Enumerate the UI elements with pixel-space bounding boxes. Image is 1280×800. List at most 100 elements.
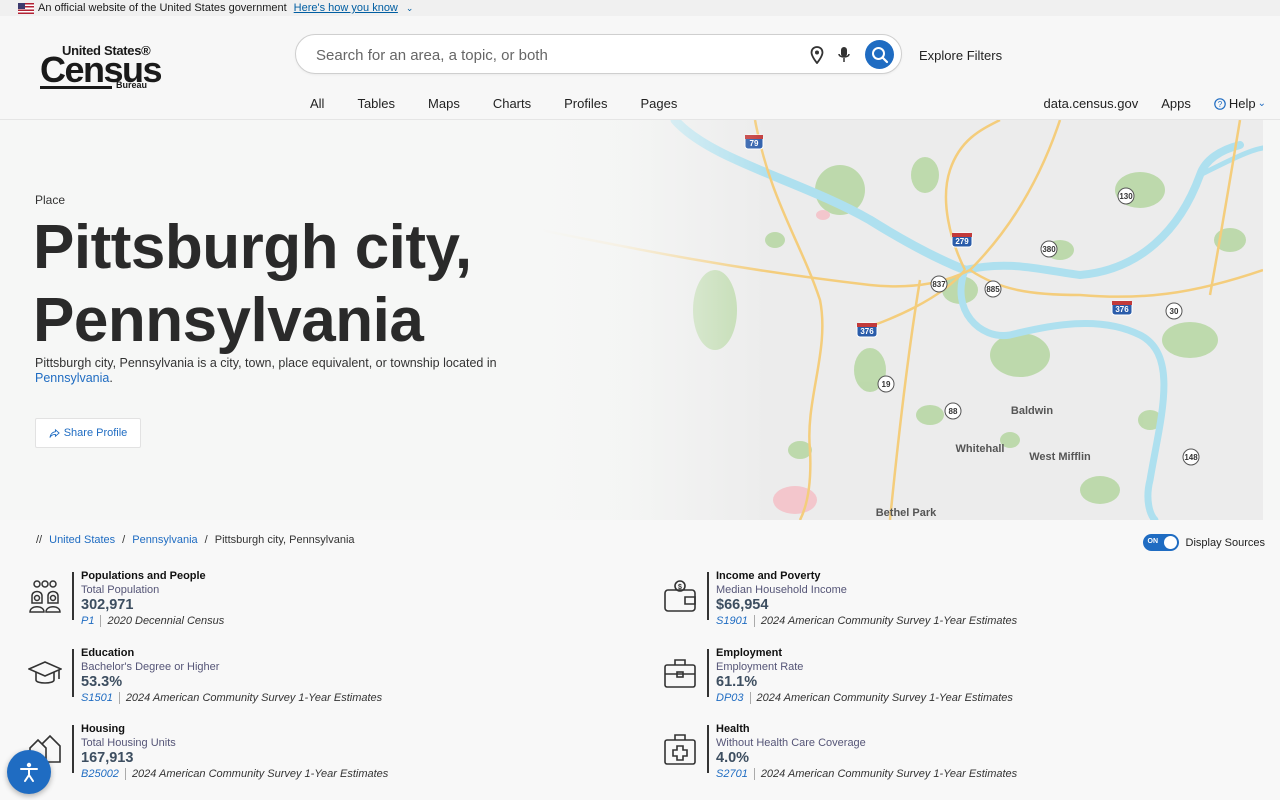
map-shield-label: 376 bbox=[860, 327, 874, 336]
tab-all[interactable]: All bbox=[310, 96, 324, 111]
source-table-link[interactable]: DP03 bbox=[716, 691, 744, 705]
stat-divider bbox=[72, 725, 74, 773]
stat-value: $66,954 bbox=[716, 597, 769, 613]
breadcrumb: // United States / Pennsylvania / Pittsb… bbox=[36, 534, 362, 546]
accessibility-button[interactable] bbox=[7, 750, 51, 794]
stat-measure: Without Health Care Coverage bbox=[716, 737, 866, 749]
stat-measure: Median Household Income bbox=[716, 584, 847, 596]
medical-kit-icon bbox=[664, 734, 696, 765]
map-label-west-mifflin: West Mifflin bbox=[1029, 451, 1091, 463]
display-sources-toggle[interactable]: ON bbox=[1142, 534, 1179, 551]
profile-hero: 79 279 376 376 130 380 837 885 19 88 148… bbox=[0, 120, 1280, 520]
search-icon bbox=[871, 46, 888, 63]
gov-banner-text: An official website of the United States… bbox=[38, 2, 287, 14]
breadcrumb-slash: / bbox=[122, 534, 126, 546]
map-shield-label: 130 bbox=[1119, 192, 1133, 201]
map-shield-label: 30 bbox=[1170, 307, 1179, 316]
stat-divider bbox=[72, 572, 74, 620]
stat-category: Housing bbox=[81, 723, 125, 735]
explore-filters-link[interactable]: Explore Filters bbox=[919, 48, 1002, 63]
pennsylvania-link[interactable]: Pennsylvania bbox=[35, 371, 109, 385]
source-dataset: 2024 American Community Survey 1-Year Es… bbox=[131, 768, 389, 780]
stat-income[interactable]: $ Income and Poverty Median Household In… bbox=[663, 569, 1223, 632]
stat-employment[interactable]: Employment Employment Rate 61.1% DP03 202… bbox=[663, 647, 1223, 709]
display-sources-control: ON Display Sources bbox=[1142, 534, 1265, 551]
map-shield-label: 88 bbox=[949, 407, 958, 416]
share-profile-button[interactable]: Share Profile bbox=[35, 418, 141, 448]
stat-category: Income and Poverty bbox=[716, 570, 821, 582]
stat-divider bbox=[72, 649, 74, 697]
tab-charts[interactable]: Charts bbox=[493, 96, 531, 111]
search-button[interactable] bbox=[865, 40, 894, 69]
map-shield-label: 376 bbox=[1115, 305, 1129, 314]
source-dataset: 2024 American Community Survey 1-Year Es… bbox=[125, 692, 383, 704]
map-label-bethel-park: Bethel Park bbox=[876, 507, 937, 519]
gov-banner: An official website of the United States… bbox=[0, 0, 1280, 16]
apps-link[interactable]: Apps bbox=[1161, 96, 1191, 111]
stat-measure: Total Population bbox=[81, 584, 160, 596]
heres-how-you-know-link[interactable]: Here's how you know bbox=[294, 2, 398, 14]
stat-body: Populations and People Total Population … bbox=[81, 569, 224, 628]
stat-housing[interactable]: Housing Total Housing Units 167,913 B250… bbox=[28, 722, 588, 785]
source-separator bbox=[100, 615, 102, 627]
svg-text:?: ? bbox=[1218, 100, 1223, 109]
source-table-link[interactable]: P1 bbox=[81, 614, 94, 628]
map-shield-label: 148 bbox=[1184, 453, 1198, 462]
source-dataset: 2024 American Community Survey 1-Year Es… bbox=[756, 692, 1013, 704]
stat-source: P1 2020 Decennial Census bbox=[81, 614, 224, 628]
tab-profiles[interactable]: Profiles bbox=[564, 96, 607, 111]
geography-type-label: Place bbox=[35, 193, 66, 207]
stat-body: Housing Total Housing Units 167,913 B250… bbox=[81, 722, 388, 781]
source-separator bbox=[124, 768, 126, 780]
map-shield-label: 837 bbox=[932, 280, 946, 289]
breadcrumb-separator: // bbox=[36, 534, 43, 546]
stat-category: Populations and People bbox=[81, 570, 206, 582]
search-type-tabs: All Tables Maps Charts Profiles Pages bbox=[310, 96, 710, 111]
source-separator bbox=[749, 692, 751, 704]
stat-category: Health bbox=[716, 723, 750, 735]
census-logo[interactable]: United States® Census Bureau bbox=[40, 43, 163, 91]
map-shield-label: 19 bbox=[882, 380, 891, 389]
tab-tables[interactable]: Tables bbox=[357, 96, 395, 111]
microphone-icon[interactable] bbox=[836, 46, 852, 64]
help-menu[interactable]: ? Help ⌄ bbox=[1214, 96, 1266, 111]
search-input[interactable] bbox=[316, 45, 786, 65]
source-table-link[interactable]: S1901 bbox=[716, 614, 748, 628]
stat-category: Employment bbox=[716, 647, 783, 659]
breadcrumb-pennsylvania[interactable]: Pennsylvania bbox=[132, 534, 197, 546]
share-icon bbox=[49, 428, 60, 438]
source-table-link[interactable]: S1501 bbox=[81, 691, 113, 705]
stat-health[interactable]: Health Without Health Care Coverage 4.0%… bbox=[663, 722, 1223, 785]
stat-body: Education Bachelor's Degree or Higher 53… bbox=[81, 646, 382, 705]
logo-bureau-text: Bureau bbox=[116, 80, 148, 90]
stat-source: S1501 2024 American Community Survey 1-Ye… bbox=[81, 691, 382, 705]
help-label: Help bbox=[1228, 96, 1256, 111]
source-dataset: 2020 Decennial Census bbox=[107, 615, 225, 627]
tab-pages[interactable]: Pages bbox=[640, 96, 677, 111]
place-description-end: . bbox=[109, 371, 113, 385]
source-table-link[interactable]: B25002 bbox=[81, 767, 119, 781]
stat-population[interactable]: Populations and People Total Population … bbox=[28, 569, 588, 632]
chevron-down-icon[interactable]: ⌄ bbox=[406, 3, 414, 14]
stat-body: Income and Poverty Median Household Inco… bbox=[716, 569, 1017, 628]
map-label-whitehall: Whitehall bbox=[956, 443, 1005, 455]
data-census-gov-link[interactable]: data.census.gov bbox=[1044, 96, 1139, 111]
breadcrumb-slash: / bbox=[204, 534, 208, 546]
us-flag-icon bbox=[18, 2, 34, 14]
breadcrumb-united-states[interactable]: United States bbox=[49, 534, 115, 546]
stat-value: 167,913 bbox=[81, 750, 134, 766]
place-description: Pittsburgh city, Pennsylvania is a city,… bbox=[35, 356, 525, 386]
location-pin-icon[interactable] bbox=[809, 46, 825, 64]
breadcrumb-current: Pittsburgh city, Pennsylvania bbox=[214, 534, 355, 546]
stat-value: 302,971 bbox=[81, 597, 134, 613]
stat-body: Health Without Health Care Coverage 4.0%… bbox=[716, 722, 1017, 781]
stat-education[interactable]: Education Bachelor's Degree or Higher 53… bbox=[28, 646, 588, 709]
display-sources-label: Display Sources bbox=[1185, 536, 1265, 549]
place-description-text: Pittsburgh city, Pennsylvania is a city,… bbox=[35, 356, 497, 370]
accessibility-icon bbox=[20, 762, 38, 782]
tab-maps[interactable]: Maps bbox=[428, 96, 460, 111]
graduation-cap-icon bbox=[28, 661, 62, 684]
map-label-baldwin: Baldwin bbox=[1011, 405, 1053, 417]
stat-measure: Employment Rate bbox=[716, 661, 804, 673]
source-table-link[interactable]: S2701 bbox=[716, 767, 748, 781]
